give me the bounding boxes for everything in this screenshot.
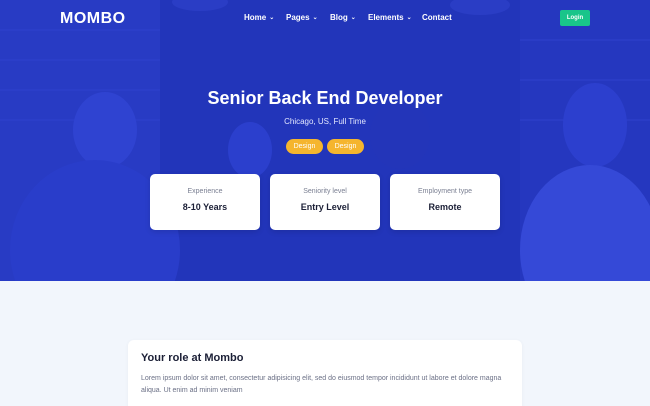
role-section: Your role at Mombo Lorem ipsum dolor sit… [128,340,522,406]
chevron-down-icon: ⌄ [350,15,356,21]
nav-item-label: Contact [422,13,452,22]
tag-badge[interactable]: Design [327,139,364,154]
card-label: Employment type [417,188,473,195]
job-location: Chicago, US, Full Time [284,117,366,126]
chevron-down-icon: ⌄ [312,15,318,21]
nav-item-label: Blog [330,13,348,22]
navbar: MOMBO Home ⌄ Pages ⌄ Blog ⌄ Elements ⌄ C… [0,0,650,36]
nav-item-label: Pages [286,13,310,22]
tag-list: Design Design [286,139,364,154]
hero-section: MOMBO Home ⌄ Pages ⌄ Blog ⌄ Elements ⌄ C… [0,0,650,281]
login-button[interactable]: Login [560,10,590,26]
employment-type-card: Employment type Remote [390,174,500,230]
card-value: 8-10 Years [182,202,228,212]
role-description: Lorem ipsum dolor sit amet, consectetur … [141,375,502,394]
chevron-down-icon: ⌄ [406,15,412,21]
card-value: Remote [428,202,462,212]
tag-badge[interactable]: Design [286,139,323,154]
seniority-card: Seniority level Entry Level [270,174,380,230]
nav-item-label: Home [244,13,267,22]
chevron-down-icon: ⌄ [269,15,275,21]
nav-item-pages[interactable]: Pages ⌄ [286,13,318,22]
nav-item-elements[interactable]: Elements ⌄ [368,13,412,22]
job-title: Senior Back End Developer [207,88,443,108]
nav-item-home[interactable]: Home ⌄ [244,13,274,22]
card-value: Entry Level [300,202,350,212]
card-label: Seniority level [303,188,347,195]
nav-item-label: Elements [368,13,404,22]
card-label: Experience [187,188,223,195]
experience-card: Experience 8-10 Years [150,174,260,230]
role-heading: Your role at Mombo [141,352,244,364]
nav-item-blog[interactable]: Blog ⌄ [330,13,356,22]
nav-item-contact[interactable]: Contact [422,13,452,22]
